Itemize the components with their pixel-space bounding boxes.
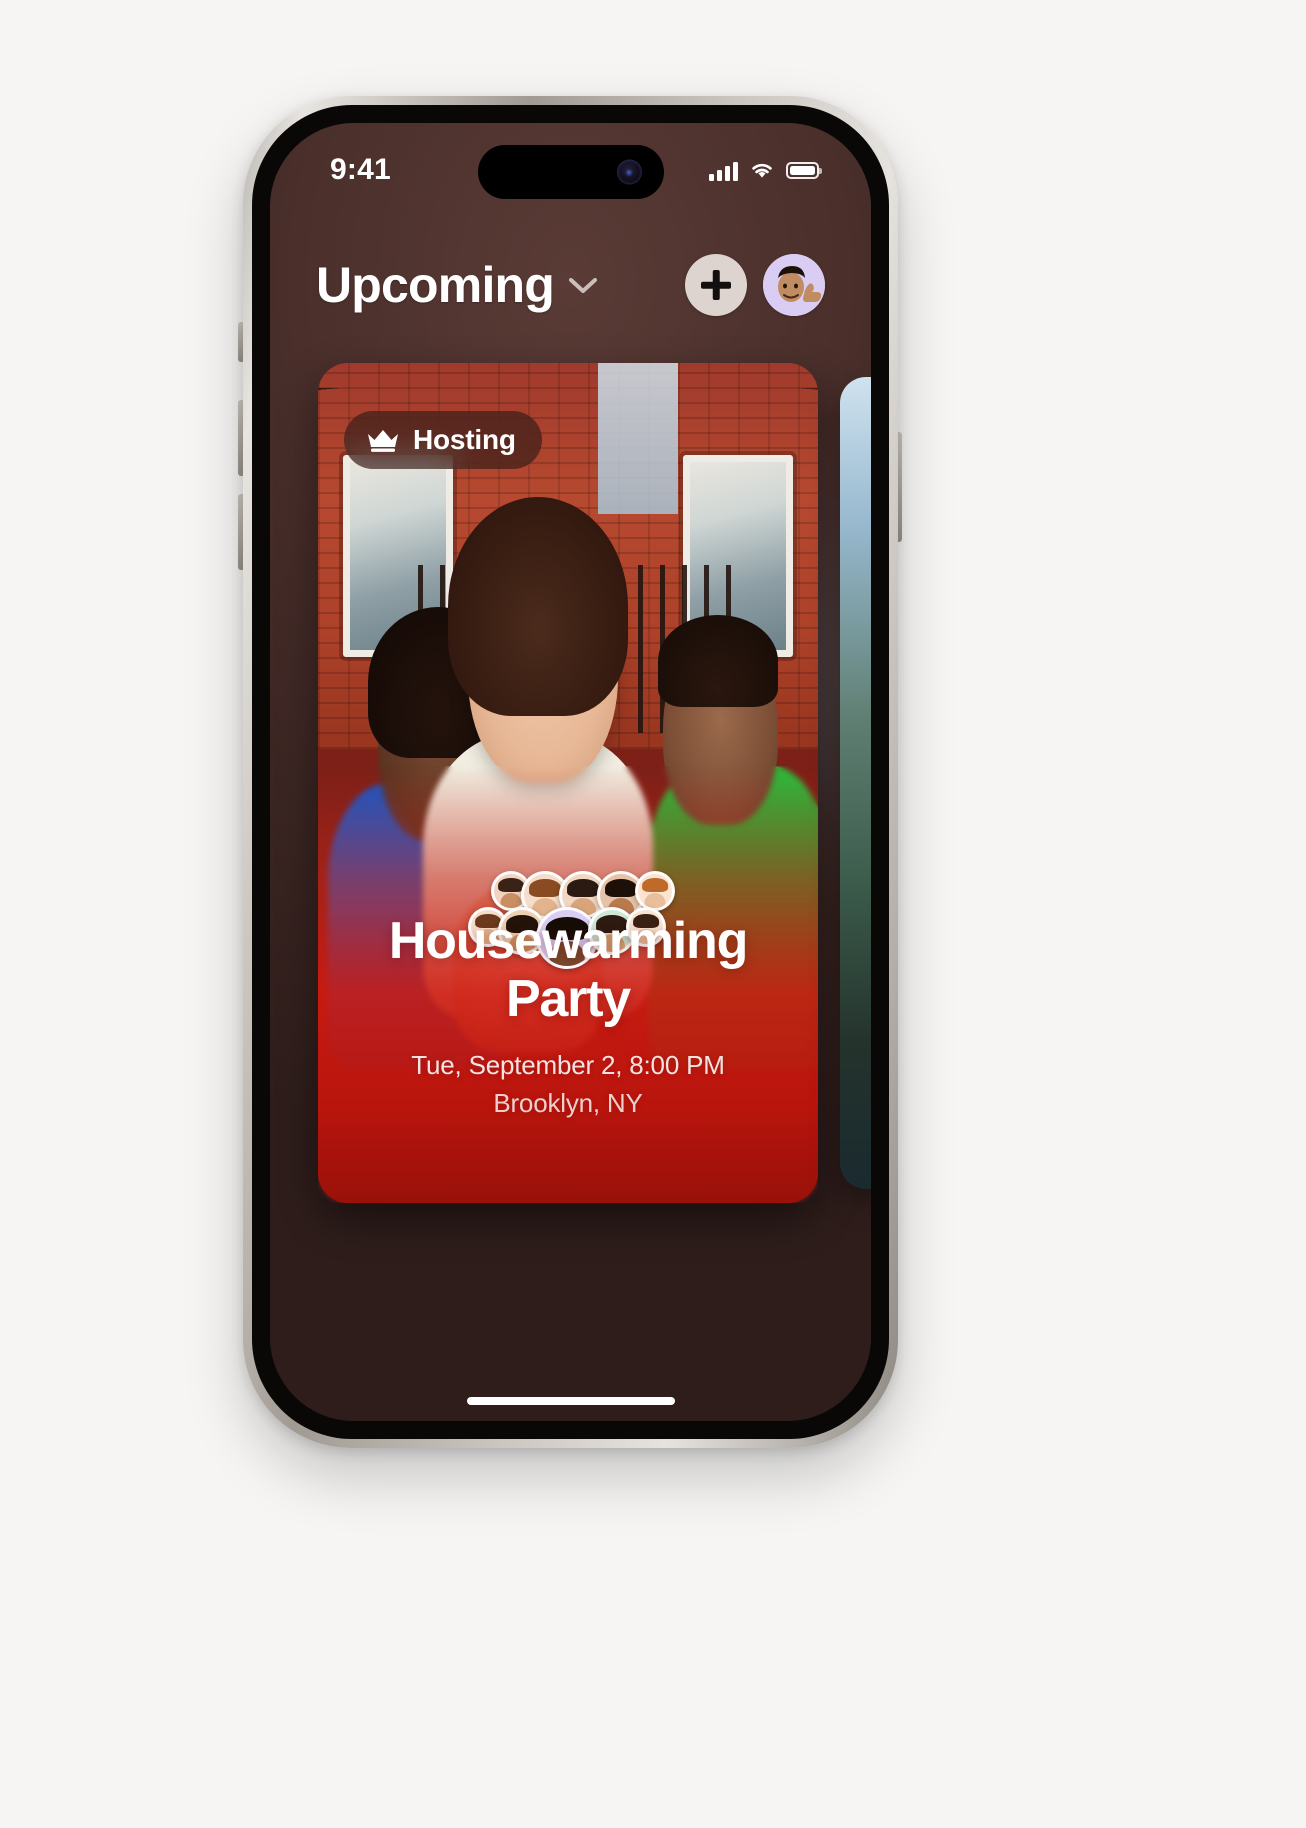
profile-avatar-button[interactable]	[763, 254, 825, 316]
status-time: 9:41	[330, 153, 391, 186]
dynamic-island	[477, 145, 664, 199]
event-title: Housewarming Party	[344, 912, 792, 1028]
device-screen: 9:41 Upcoming Hosting Housewarming Party…	[270, 123, 871, 1421]
battery-icon	[786, 161, 822, 179]
nav-actions	[685, 254, 825, 316]
status-badge: Hosting	[344, 411, 542, 469]
cellular-signal-icon	[709, 159, 738, 181]
add-event-button[interactable]	[685, 254, 747, 316]
photo-person-center-hair	[448, 497, 628, 716]
page-title: Upcoming	[316, 257, 555, 313]
event-carousel[interactable]: Hosting Housewarming Party Tue, Septembe…	[270, 363, 871, 1203]
plus-icon	[701, 270, 731, 300]
event-location: Brooklyn, NY	[493, 1088, 643, 1118]
title-dropdown[interactable]: Upcoming	[316, 256, 685, 314]
status-badge-label: Hosting	[413, 424, 516, 455]
device-bezel: 9:41 Upcoming Hosting Housewarming Party…	[252, 105, 889, 1439]
navigation-bar: Upcoming	[270, 241, 871, 329]
event-title-line-1: Housewarming	[388, 911, 749, 970]
memoji-avatar-icon	[763, 254, 825, 316]
screenshot-stage: 9:41 Upcoming Hosting Housewarming Party…	[0, 0, 1306, 1828]
wifi-icon	[752, 163, 772, 178]
home-indicator[interactable]	[466, 1397, 675, 1405]
event-date: Tue, September 2, 8:00 PM	[411, 1050, 725, 1080]
next-event-card-peek[interactable]	[840, 377, 871, 1189]
photo-person-right-hair	[658, 615, 778, 708]
event-details: Housewarming Party Tue, September 2, 8:0…	[318, 912, 818, 1119]
crown-icon	[368, 430, 398, 452]
guest-avatar[interactable]	[635, 871, 675, 911]
event-card[interactable]: Hosting Housewarming Party Tue, Septembe…	[318, 363, 818, 1203]
event-title-line-2: Party	[505, 969, 631, 1028]
iphone-device: 9:41 Upcoming Hosting Housewarming Party…	[243, 96, 898, 1448]
status-icons	[709, 159, 822, 181]
chevron-down-icon	[569, 277, 598, 293]
front-camera-icon	[616, 159, 642, 185]
